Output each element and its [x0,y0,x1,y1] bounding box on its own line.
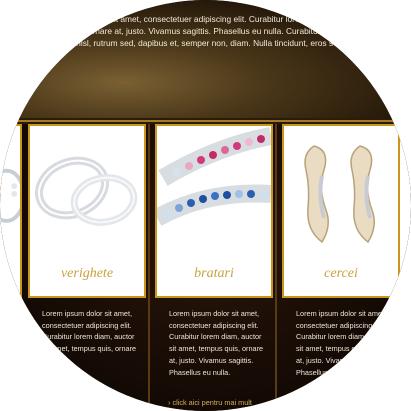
description-line: Curabitur lorem diam, auctor [42,332,135,342]
description-line: Phasellus eu nulla. [296,367,358,377]
description-line: Lorem ipsum dolor sit amet, [42,309,133,318]
circular-frame: Lorem ipsum dolor sit amet, consectetuer… [0,0,411,411]
description-line: consectetuer adipiscing elit. [296,320,386,330]
description-line: Curabitur lorem diam, [296,332,367,342]
earrings-image [304,145,375,244]
description-line: sit amet, tempus quis, ornare [296,344,391,354]
hero-line: tempus quis, ornare at, justo. Vivamus s… [38,25,411,36]
product-description-verighete: Lorem ipsum dolor sit amet, consectetuer… [42,308,162,355]
more-link-text: click aici pentru mai mult [172,398,252,407]
wedding-rings-image [35,156,138,226]
description-line: consectetuer adipiscing elit. [42,320,132,330]
description-line: Lorem ipsum dolor sit amet, [169,309,260,318]
product-title: bratari [194,266,234,281]
description-line: Curabitur lorem diam, auctor [169,332,262,342]
product-description-bratari: Lorem ipsum dolor sit amet, consectetuer… [169,308,289,378]
description-line: sit amet, tempus quis, ornare [42,344,137,354]
hero-line: Lorem ipsum dolor sit amet, consectetuer… [38,14,389,24]
description-line: at, justo. Vivamus sagittis. [296,355,381,365]
bracelets-image [157,127,271,226]
product-card-partial-left[interactable] [0,124,22,298]
description-line: consectetuer adipiscing elit. [169,320,259,330]
product-description-cercei: Lorem ipsum dolor sit amet, consectetuer… [296,308,411,378]
product-card-partial-right[interactable] [398,124,411,298]
gold-divider [0,120,411,122]
product-card-cercei[interactable]: cercei [282,124,400,298]
product-card-verighete[interactable]: verighete [28,124,146,298]
description-line: at, justo. Vivamus sagittis. [169,355,254,365]
hero-banner: Lorem ipsum dolor sit amet, consectetuer… [0,0,411,118]
product-title: verighete [60,266,114,281]
more-link[interactable]: › click aici pentru mai mult [168,398,252,407]
hero-text: Lorem ipsum dolor sit amet, consectetuer… [38,14,411,49]
ring-image [0,168,20,223]
column-separator [148,124,150,411]
description-line: Phasellus eu nulla. [169,367,231,377]
hero-line: Sed dolor nisl, rutrum sed, dapibus et, … [38,37,411,48]
product-title: cercei [324,266,358,281]
product-card-bratari[interactable]: bratari [155,124,273,298]
description-line: sit amet, tempus quis, ornare [169,344,264,354]
description-line: Lorem ipsum dolor sit amet, [296,309,387,318]
